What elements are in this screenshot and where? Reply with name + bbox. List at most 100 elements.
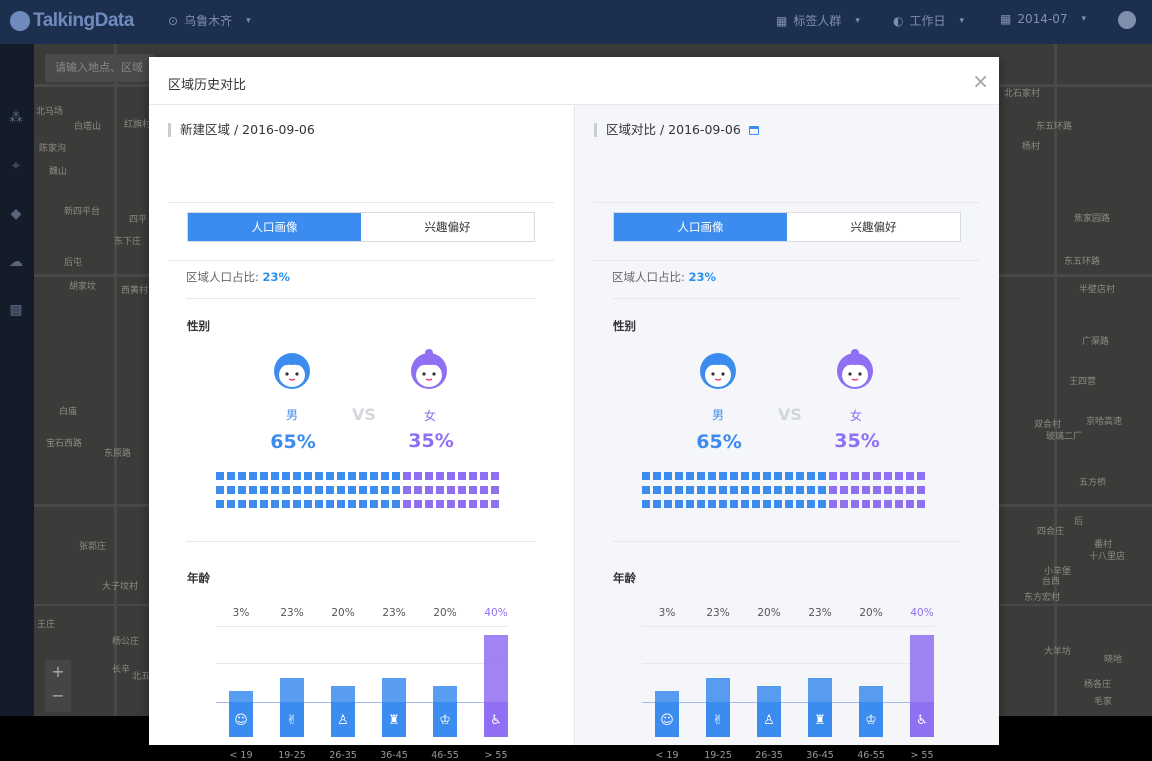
gender-dot: [664, 486, 672, 494]
logo-text: TalkingData: [33, 10, 134, 31]
gender-dot: [862, 500, 870, 508]
age-percent: 20%: [859, 607, 883, 619]
map-place-label: 新四平台: [64, 207, 101, 217]
gender-dot: [436, 486, 444, 494]
gender-dot: [227, 472, 235, 480]
age-person-icon: ♜: [814, 713, 826, 728]
gender-dot: [917, 500, 925, 508]
city-selector[interactable]: ⊙ 乌鲁木齐 ▾: [168, 12, 251, 29]
gender-dot: [293, 486, 301, 494]
tag-icon[interactable]: ◆: [7, 206, 25, 222]
gender-dot: [304, 472, 312, 480]
gender-dot: [403, 486, 411, 494]
panel-title: 新建区域 / 2016-09-06: [168, 123, 315, 137]
gender-dot: [381, 486, 389, 494]
modal-header: 区域历史对比 ×: [149, 57, 999, 105]
gender-dot: [851, 486, 859, 494]
map-place-label: 魏山: [49, 167, 68, 177]
age-person-icon: ☺: [660, 713, 674, 728]
gender-dot: [752, 500, 760, 508]
compare-region-panel: 区域对比 / 2016-09-06 人口画像 兴趣偏好 区域人口占比: 23% 性别男 女…: [574, 105, 999, 761]
age-percent: 3%: [232, 607, 250, 619]
gender-dot-row: [642, 472, 932, 480]
tab-population[interactable]: 人口画像: [614, 213, 787, 241]
gender-dot: [697, 500, 705, 508]
tab-interest[interactable]: 兴趣偏好: [787, 213, 960, 241]
gender-dot: [271, 486, 279, 494]
map-place-label: 东五环路: [1064, 257, 1101, 267]
age-label: 26-35: [329, 750, 357, 761]
location-pin-icon: ⊙: [168, 13, 179, 28]
age-person-icon: ♙: [763, 713, 775, 728]
gender-dot: [436, 500, 444, 508]
gender-dot: [884, 486, 892, 494]
map-search-input[interactable]: 请输入地点、区域: [45, 54, 155, 82]
day-selector[interactable]: ◐ 工作日 ▾: [893, 12, 964, 29]
gender-dot: [730, 486, 738, 494]
cluster-icon[interactable]: ⁂: [7, 110, 25, 126]
crowd-selector[interactable]: ▦ 标签人群 ▾: [776, 12, 860, 29]
gender-dot: [304, 500, 312, 508]
gender-dot: [370, 486, 378, 494]
map-place-label: 东下庄: [114, 237, 142, 247]
gender-dot: [895, 472, 903, 480]
gender-dot: [642, 500, 650, 508]
chevron-down-icon: ▾: [246, 15, 251, 26]
crowd-icon: ▦: [776, 13, 788, 28]
gender-dot: [917, 486, 925, 494]
map-place-label: 张郭庄: [79, 542, 107, 552]
gender-dot: [370, 472, 378, 480]
tab-interest[interactable]: 兴趣偏好: [361, 213, 534, 241]
age-label: > 55: [484, 750, 508, 761]
close-icon[interactable]: ×: [972, 71, 989, 91]
gender-dot: [686, 472, 694, 480]
gender-dot: [719, 500, 727, 508]
gender-dot: [337, 500, 345, 508]
map-place-label: 半壁店村: [1079, 285, 1116, 295]
age-title: 年龄: [613, 571, 636, 585]
chevron-down-icon: ▾: [959, 15, 965, 26]
male-label: 男: [711, 408, 724, 422]
zoom-out-icon[interactable]: −: [45, 684, 71, 708]
gender-dot: [697, 472, 705, 480]
age-label: > 55: [910, 750, 934, 761]
gender-dot: [906, 472, 914, 480]
map-icon[interactable]: ▩: [7, 302, 25, 318]
map-zoom-control[interactable]: + −: [45, 660, 71, 712]
gender-dot: [741, 500, 749, 508]
age-person-icon: ♙: [337, 713, 349, 728]
gender-dot: [653, 486, 661, 494]
zoom-in-icon[interactable]: +: [45, 660, 71, 684]
gender-dot: [359, 472, 367, 480]
male-face-icon: [273, 348, 311, 390]
gender-dot: [458, 486, 466, 494]
gender-dot: [763, 500, 771, 508]
age-person-icon: ♔: [439, 713, 451, 728]
month-label: 2014-07: [1017, 12, 1068, 26]
gender-dot: [884, 472, 892, 480]
gender-dot: [796, 486, 804, 494]
age-person-icon: ✌: [712, 713, 724, 728]
gender-dot: [741, 472, 749, 480]
month-selector[interactable]: ▦ 2014-07 ▾: [1000, 12, 1086, 26]
map-place-label: 东方宏村: [1024, 593, 1061, 603]
gender-dot: [216, 500, 224, 508]
gender-dot: [642, 486, 650, 494]
male-label: 男: [285, 408, 298, 422]
gender-dot: [807, 500, 815, 508]
gender-dot: [719, 486, 727, 494]
talkingdata-logo[interactable]: TalkingData: [10, 9, 134, 33]
calendar-icon[interactable]: [749, 126, 759, 135]
user-avatar-icon[interactable]: [1118, 11, 1136, 29]
tab-population[interactable]: 人口画像: [188, 213, 361, 241]
gender-dot: [774, 472, 782, 480]
gender-dot: [829, 500, 837, 508]
gender-dot: [249, 472, 257, 480]
cloud-icon[interactable]: ☁: [7, 254, 25, 270]
gender-dot: [697, 486, 705, 494]
location-icon[interactable]: ⌖: [7, 158, 25, 174]
map-place-label: 焦家园路: [1074, 214, 1111, 224]
gender-dot: [227, 486, 235, 494]
gender-dot: [873, 500, 881, 508]
gender-dot: [425, 500, 433, 508]
